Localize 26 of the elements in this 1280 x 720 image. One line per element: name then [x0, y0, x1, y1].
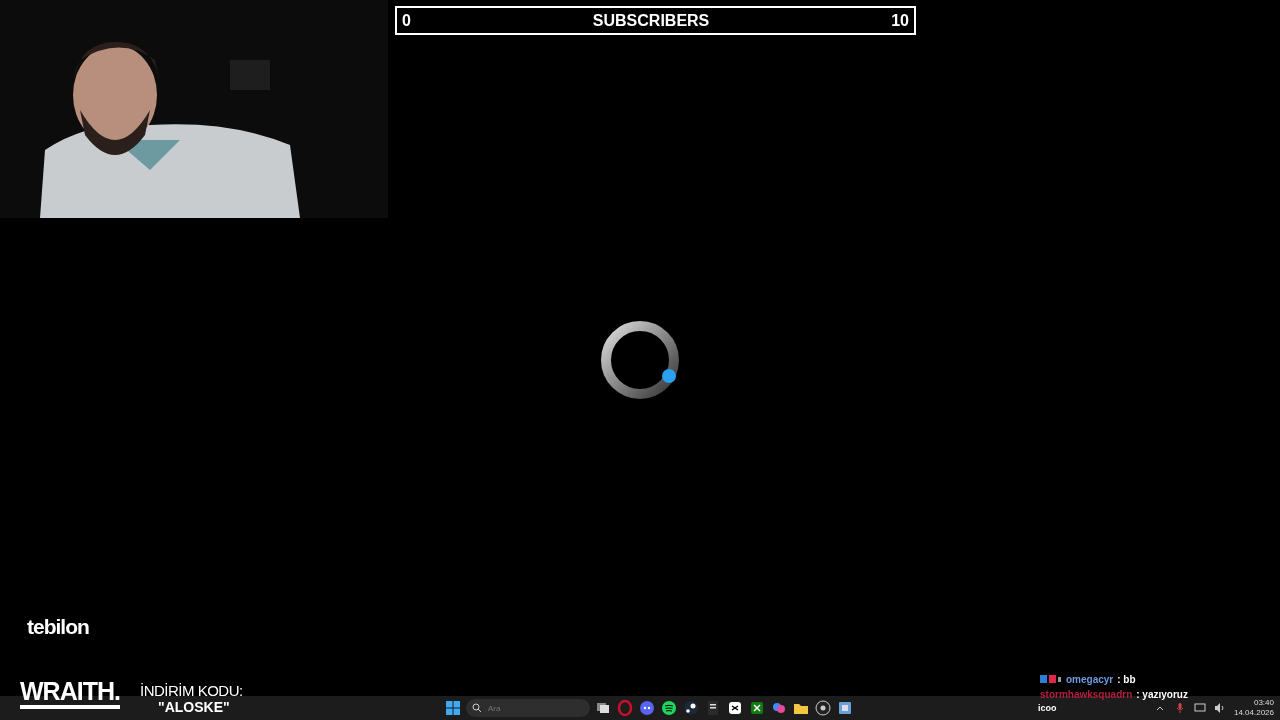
- goal-current: 0: [402, 11, 411, 30]
- search-field[interactable]: Ara: [466, 699, 590, 717]
- chat-username: stormhawksquadrn: [1040, 689, 1133, 700]
- promo-label: İNDİRİM KODU:: [140, 682, 243, 699]
- chat-username: omegacyr: [1066, 674, 1114, 685]
- sponsor-logo: tebilon: [27, 615, 89, 639]
- goal-target: 10: [891, 11, 909, 30]
- chat-message: : bb: [1117, 674, 1136, 685]
- promo-code: "ALOSKE": [158, 699, 230, 715]
- taskbar-clock[interactable]: 03:40 14.04.2026: [1233, 698, 1274, 718]
- steam-icon[interactable]: [682, 699, 700, 717]
- chat-message: : yazıyoruz: [1136, 689, 1188, 700]
- loading-spinner-icon: [598, 318, 682, 402]
- obs-icon[interactable]: [814, 699, 832, 717]
- app-icon[interactable]: [836, 699, 854, 717]
- clock-date: 14.04.2026: [1233, 708, 1274, 718]
- taskbar-text: icoo: [1038, 703, 1057, 713]
- clock-time: 03:40: [1253, 698, 1274, 708]
- network-icon[interactable]: [1193, 702, 1206, 714]
- capcut-icon[interactable]: [726, 699, 744, 717]
- windows-start-icon[interactable]: [444, 699, 462, 717]
- xbox-icon[interactable]: [748, 699, 766, 717]
- spotify-icon[interactable]: [660, 699, 678, 717]
- speaker-icon[interactable]: [1213, 702, 1226, 714]
- chat-badges-icon: [1040, 675, 1062, 684]
- goal-title: SUBSCRIBERS: [592, 11, 710, 30]
